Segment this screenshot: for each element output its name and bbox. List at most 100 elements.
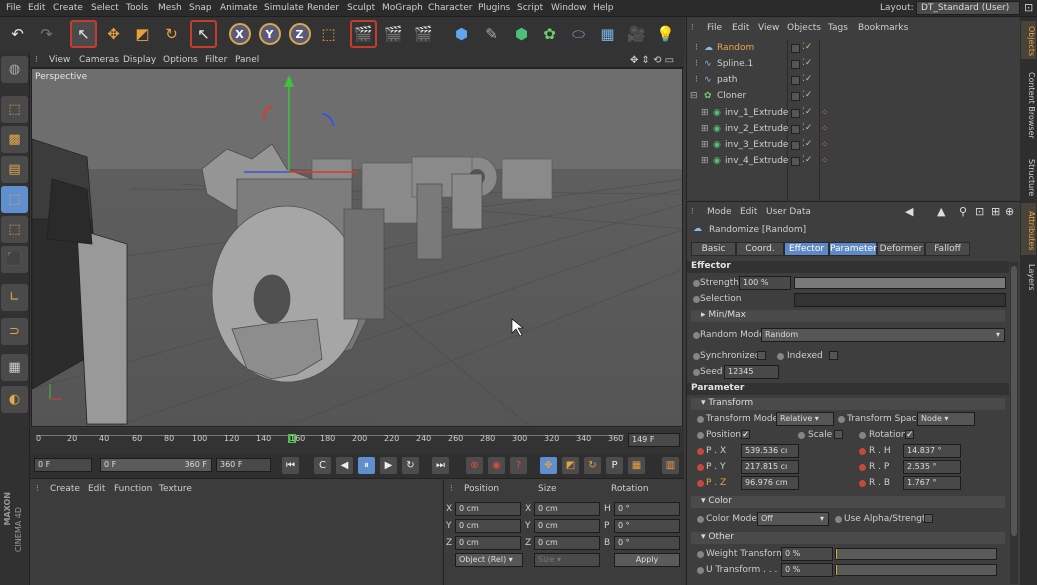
mat-menu-edit[interactable]: Edit [88, 484, 105, 494]
layer-checkbox[interactable] [791, 76, 800, 85]
animate-dot-icon[interactable] [697, 551, 704, 558]
window-close-icon[interactable]: ⊡ [1024, 1, 1033, 14]
menu-script[interactable]: Script [517, 3, 543, 13]
expand-icon[interactable]: ⊞ [701, 108, 709, 118]
tag-icon[interactable]: ⁘ [821, 108, 829, 118]
drag-handle-icon[interactable]: ⁝ [36, 484, 39, 494]
pen-spline-icon[interactable]: ✎ [478, 20, 505, 48]
key-pla-icon[interactable]: ▦ [628, 457, 645, 474]
go-to-start-icon[interactable]: ⏮ [282, 457, 299, 474]
frame-range-slider[interactable]: 0 F 360 F [100, 458, 212, 472]
next-frame-icon[interactable]: ▶ [380, 457, 397, 474]
perspective-viewport[interactable]: Perspective [31, 68, 683, 427]
mat-menu-create[interactable]: Create [50, 484, 80, 494]
om-menu-view[interactable]: View [758, 23, 779, 33]
u-transform-field[interactable]: 0 % [781, 563, 833, 577]
animate-dot-icon[interactable] [697, 416, 704, 423]
synchronized-checkbox[interactable] [757, 351, 766, 360]
tag-icon[interactable]: ⁘ [821, 140, 829, 150]
apply-button[interactable]: Apply [614, 553, 680, 567]
autokey-icon[interactable]: ◉ [488, 457, 505, 474]
timeline-ruler[interactable]: 0 20 40 60 80 100 120 140 ▮ 160 180 200 … [30, 428, 684, 454]
animate-dot-icon[interactable] [798, 432, 805, 439]
timeline-window-icon[interactable]: ▥ [662, 457, 679, 474]
sculpt-mode-icon[interactable]: ◍ [1, 56, 28, 83]
scrollbar-thumb[interactable] [1011, 266, 1017, 536]
go-to-end-icon[interactable]: ⏭ [432, 457, 449, 474]
animate-dot-icon[interactable] [838, 416, 845, 423]
menu-create[interactable]: Create [53, 3, 83, 13]
settings-icon[interactable]: ⊕ [1005, 205, 1014, 218]
animate-dot-icon[interactable] [693, 353, 700, 360]
tab-falloff[interactable]: Falloff [925, 242, 970, 256]
animated-dot-icon[interactable] [697, 480, 704, 487]
layer-checkbox[interactable] [791, 60, 800, 69]
expand-icon[interactable]: ⊞ [701, 124, 709, 134]
scale-icon[interactable]: ◩ [129, 20, 156, 48]
move-icon[interactable]: ✥ [100, 20, 127, 48]
transform-mode-select[interactable]: Relative ▾ [776, 412, 834, 426]
object-row-inv2[interactable]: ⊞ ◉ inv_2_Extrude ⁚✓ ⁘ [687, 122, 1021, 138]
layer-checkbox[interactable] [791, 157, 800, 166]
subdivision-icon[interactable]: ⬢ [508, 20, 535, 48]
rotation-h-param-field[interactable]: 14.837 ° [903, 444, 961, 458]
om-menu-file[interactable]: File [707, 23, 722, 33]
om-menu-objects[interactable]: Objects [787, 23, 821, 33]
snap-icon[interactable]: ⊃ [1, 318, 28, 345]
menu-tools[interactable]: Tools [126, 3, 148, 13]
current-frame-field[interactable]: 149 F [628, 433, 680, 447]
layer-checkbox[interactable] [791, 44, 800, 53]
strength-field[interactable]: 100 % [739, 276, 791, 290]
coordinate-system-icon[interactable]: ⬚ [315, 20, 342, 48]
rotate-icon[interactable]: ↻ [158, 20, 185, 48]
am-menu-user-data[interactable]: User Data [766, 207, 811, 217]
animate-dot-icon[interactable] [693, 296, 700, 303]
visibility-dots-icon[interactable]: ⁚✓ [802, 139, 812, 149]
points-mode-icon[interactable]: ⬚ [1, 186, 28, 213]
size-x-field[interactable]: 0 cm [534, 502, 600, 516]
animated-dot-icon[interactable] [859, 448, 866, 455]
tag-icon[interactable]: ⁘ [821, 156, 829, 166]
workplane-icon[interactable]: ▤ [1, 156, 28, 183]
record-active-icon[interactable]: ⊗ [466, 457, 483, 474]
viewport-drag-icon[interactable]: ⁝ [35, 55, 38, 65]
key-parameter-icon[interactable]: P [606, 457, 623, 474]
scale-checkbox[interactable] [834, 430, 843, 439]
viewport-menu-panel[interactable]: Panel [235, 55, 259, 65]
animated-dot-icon[interactable] [697, 448, 704, 455]
undo-icon[interactable]: ↶ [4, 20, 31, 48]
lock-workplane-icon[interactable]: ▦ [1, 354, 28, 381]
size-mode-select[interactable]: Size ▾ [534, 553, 600, 567]
animated-dot-icon[interactable] [859, 480, 866, 487]
rotation-p-param-field[interactable]: 2.535 ° [903, 460, 961, 474]
visibility-dots-icon[interactable]: ⁚✓ [802, 107, 812, 117]
seed-field[interactable]: 12345 [724, 365, 779, 379]
render-view-icon[interactable]: 🎬 [350, 20, 377, 48]
rotation-checkbox[interactable]: ✓ [905, 430, 914, 440]
tab-attributes[interactable]: Attributes [1021, 203, 1036, 255]
visibility-dots-icon[interactable]: ⁚✓ [802, 90, 812, 100]
redo-icon[interactable]: ↷ [33, 20, 60, 48]
tab-coord[interactable]: Coord. [736, 242, 784, 256]
back-arrow-icon[interactable]: ◀ [905, 205, 913, 218]
camera-icon[interactable]: 🎥 [623, 20, 650, 48]
animate-dot-icon[interactable] [693, 332, 700, 339]
color-mode-select[interactable]: Off ▾ [757, 512, 829, 526]
visibility-dots-icon[interactable]: ⁚✓ [802, 123, 812, 133]
menu-animate[interactable]: Animate [220, 3, 258, 13]
rotation-b-field[interactable]: 0 ° [614, 536, 680, 550]
tag-icon[interactable]: ⁘ [821, 124, 829, 134]
object-row-inv1[interactable]: ⊞ ◉ inv_1_Extrude ⁚✓ ⁘ [687, 106, 1021, 122]
size-y-field[interactable]: 0 cm [534, 519, 600, 533]
pause-icon[interactable]: ⏸ [358, 457, 375, 474]
animate-dot-icon[interactable] [697, 516, 704, 523]
menu-character[interactable]: Character [428, 3, 472, 13]
animate-dot-icon[interactable] [693, 280, 700, 287]
tab-deformer[interactable]: Deformer [877, 242, 925, 256]
key-rotation-icon[interactable]: ↻ [584, 457, 601, 474]
viewport-menu-filter[interactable]: Filter [205, 55, 227, 65]
menu-window[interactable]: Window [551, 3, 587, 13]
menu-mesh[interactable]: Mesh [158, 3, 182, 13]
visibility-dots-icon[interactable]: ⁚✓ [802, 58, 812, 68]
position-x-param-field[interactable]: 539.536 cı [741, 444, 799, 458]
